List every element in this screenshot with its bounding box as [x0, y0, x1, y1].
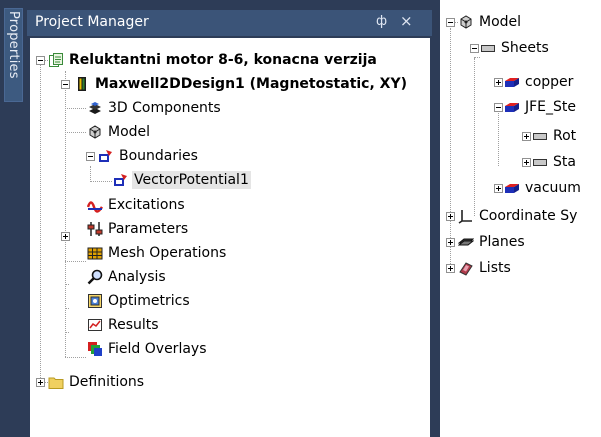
vector-potential-label: VectorPotential1 — [132, 171, 251, 189]
tree-item-boundaries[interactable]: Boundaries — [98, 144, 200, 168]
design-label: Maxwell2DDesign1 (Magnetostatic, XY) — [95, 76, 408, 92]
lists-icon — [459, 262, 473, 276]
rotor-label: Rot — [553, 128, 577, 144]
components-label: 3D Components — [108, 100, 221, 116]
results-icon — [88, 319, 102, 331]
collapse-toggle-project[interactable] — [36, 56, 45, 65]
sheets-label: Sheets — [501, 40, 549, 56]
sheet-icon — [533, 159, 547, 166]
model-icon — [460, 15, 472, 29]
tree-item-stator[interactable]: Sta — [532, 150, 578, 174]
boundary-item-icon — [114, 174, 127, 186]
tree-item-jfe-steel[interactable]: JFE_Ste — [504, 95, 578, 119]
project-icon — [49, 53, 63, 67]
mesh-icon — [87, 247, 103, 260]
parameters-label: Parameters — [108, 221, 189, 237]
expand-toggle-coordinate-systems[interactable] — [446, 212, 455, 221]
expand-toggle-excitations[interactable] — [61, 232, 70, 241]
expand-toggle-copper[interactable] — [494, 78, 503, 87]
tree-item-sheets[interactable]: Sheets — [480, 36, 551, 60]
properties-tab-label: Properties — [6, 11, 21, 79]
mesh-operations-label: Mesh Operations — [108, 245, 227, 261]
expand-toggle-vacuum[interactable] — [494, 184, 503, 193]
sheet-icon — [533, 133, 547, 140]
tree-item-model[interactable]: Model — [87, 120, 152, 144]
collapse-toggle-jfe-steel[interactable] — [494, 103, 503, 112]
pin-icon[interactable]: ф — [376, 14, 387, 29]
copper-label: copper — [525, 74, 574, 90]
optimetrics-label: Optimetrics — [108, 293, 190, 309]
expand-toggle-planes[interactable] — [446, 238, 455, 247]
tree-item-definitions[interactable]: Definitions — [48, 370, 146, 394]
panel-splitter[interactable] — [432, 0, 440, 437]
tree-item-project[interactable]: Reluktantni motor 8-6, konacna verzija — [48, 48, 379, 72]
components-icon — [89, 102, 101, 114]
results-label: Results — [108, 317, 159, 333]
tree-item-field-overlays[interactable]: Field Overlays — [87, 337, 209, 361]
tree-item-3d-components[interactable]: 3D Components — [87, 96, 223, 120]
project-label: Reluktantni motor 8-6, konacna verzija — [69, 52, 377, 68]
design-icon — [78, 77, 86, 91]
collapse-toggle-design[interactable] — [61, 80, 70, 89]
planes-icon — [458, 238, 474, 246]
tree-item-results[interactable]: Results — [87, 313, 161, 337]
project-tree: Reluktantni motor 8-6, konacna verzija M… — [30, 38, 430, 437]
side-tab-strip: Properties — [0, 0, 27, 437]
boundaries-icon — [99, 150, 112, 162]
collapse-toggle-boundaries[interactable] — [86, 152, 95, 161]
vacuum-label: vacuum — [525, 180, 581, 196]
tree-item-lists[interactable]: Lists — [458, 256, 513, 280]
optimetrics-icon — [88, 294, 102, 308]
field-overlays-label: Field Overlays — [108, 341, 207, 357]
model-icon — [89, 125, 101, 139]
material-icon — [505, 184, 519, 193]
tree-item-excitations[interactable]: Excitations — [87, 193, 187, 217]
folder-icon — [48, 377, 64, 389]
tree-item-parameters[interactable]: Parameters — [87, 217, 190, 241]
project-manager-title: Project Manager — [35, 14, 149, 30]
properties-tab[interactable]: Properties — [4, 8, 23, 102]
project-manager-header: Project Manager ф × — [27, 10, 432, 36]
expand-toggle-stator[interactable] — [522, 158, 531, 167]
expand-toggle-lists[interactable] — [446, 264, 455, 273]
project-manager-panel: Project Manager ф × Reluktantni motor 8-… — [27, 0, 432, 437]
boundaries-label: Boundaries — [119, 148, 198, 164]
expand-toggle-rotor[interactable] — [522, 132, 531, 141]
tree-item-design[interactable]: Maxwell2DDesign1 (Magnetostatic, XY) — [74, 72, 409, 96]
coordinate-system-icon — [458, 210, 472, 224]
material-icon — [505, 78, 519, 87]
coordinate-systems-label: Coordinate Sy — [479, 208, 578, 224]
tree-item-coordinate-systems[interactable]: Coordinate Sy — [458, 204, 579, 228]
tree-item-mesh-operations[interactable]: Mesh Operations — [87, 241, 228, 265]
material-icon — [505, 103, 519, 112]
analysis-label: Analysis — [108, 269, 166, 285]
parameters-icon — [87, 222, 103, 236]
collapse-toggle-sheets[interactable] — [470, 44, 479, 53]
field-overlays-icon — [88, 342, 102, 356]
tree-item-model-root[interactable]: Model — [458, 10, 523, 34]
tree-item-vector-potential[interactable]: VectorPotential1 — [113, 168, 251, 192]
planes-label: Planes — [479, 234, 525, 250]
lists-label: Lists — [479, 260, 511, 276]
tree-item-planes[interactable]: Planes — [458, 230, 527, 254]
model-root-label: Model — [479, 14, 522, 30]
sheet-icon — [481, 45, 495, 52]
excitations-icon — [87, 201, 103, 213]
model-label: Model — [108, 124, 151, 140]
close-icon[interactable]: × — [400, 12, 413, 30]
definitions-label: Definitions — [69, 374, 145, 390]
tree-item-copper[interactable]: copper — [504, 70, 575, 94]
model-tree-panel: Model Sheets copper JFE_Ste Rot Sta vacu… — [440, 0, 601, 437]
excitations-label: Excitations — [108, 197, 185, 213]
collapse-toggle-model[interactable] — [446, 18, 455, 27]
expand-toggle-definitions[interactable] — [36, 378, 45, 387]
tree-item-optimetrics[interactable]: Optimetrics — [87, 289, 192, 313]
analysis-icon — [87, 269, 103, 285]
stator-label: Sta — [553, 154, 576, 170]
tree-item-analysis[interactable]: Analysis — [87, 265, 168, 289]
tree-item-vacuum[interactable]: vacuum — [504, 176, 583, 200]
tree-item-rotor[interactable]: Rot — [532, 124, 578, 148]
jfe-steel-label: JFE_Ste — [525, 99, 577, 115]
